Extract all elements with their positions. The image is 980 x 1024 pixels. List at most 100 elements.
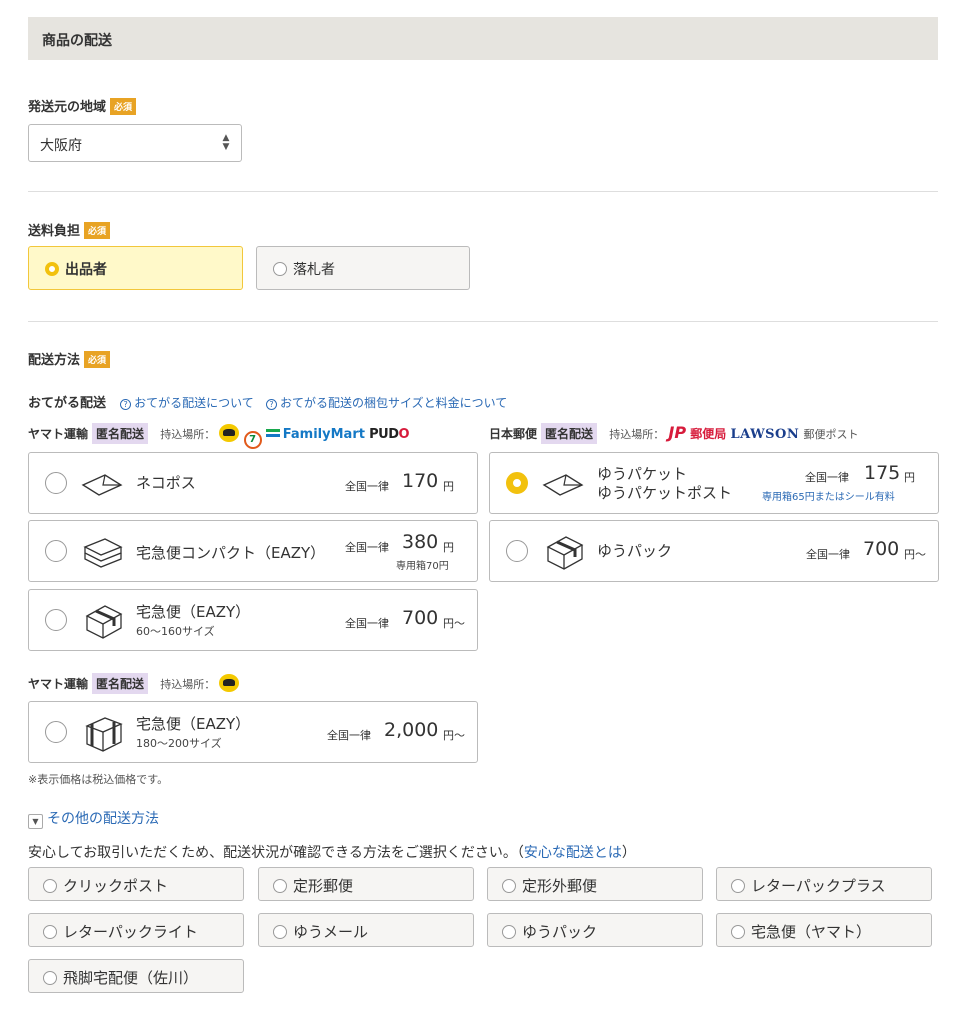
option-name: 宅急便（EAZY） xyxy=(136,603,251,621)
radio-icon xyxy=(502,925,516,939)
radio-icon xyxy=(731,925,745,939)
otegaru-title: おてがる配送 xyxy=(28,396,107,411)
price-value: 380 xyxy=(402,531,439,553)
other-option-teikeigai[interactable]: 定形外郵便 xyxy=(487,867,703,901)
price-value: 175 xyxy=(864,462,901,484)
shipping-option-compact[interactable]: 宅急便コンパクト（EAZY） 全国一律 380 円 専用箱70円 xyxy=(28,520,478,582)
section-header: 商品の配送 xyxy=(28,17,938,60)
otegaru-size-link[interactable]: ? おてがる配送の梱包サイズと料金について xyxy=(265,396,507,410)
fee-option-label: 出品者 xyxy=(65,262,107,278)
radio-checked-icon xyxy=(45,262,59,276)
chevron-down-icon: ▼ xyxy=(28,814,43,829)
price-prefix: 全国一律 xyxy=(806,548,850,561)
dropoff-label: 持込場所： xyxy=(160,428,216,441)
shipping-option-takkyubin[interactable]: 宅急便（EAZY） 60〜160サイズ 全国一律 700 円〜 xyxy=(28,589,478,651)
anon-badge: 匿名配送 xyxy=(92,423,149,444)
other-methods-label: その他の配送方法 xyxy=(47,811,159,827)
fee-label-text: 送料負担 xyxy=(28,224,81,239)
other-option-letterpack-light[interactable]: レターパックライト xyxy=(28,913,244,947)
other-option-yamato[interactable]: 宅急便（ヤマト） xyxy=(716,913,932,947)
divider xyxy=(28,191,938,192)
price-prefix: 全国一律 xyxy=(345,617,389,630)
box-icon xyxy=(85,605,123,639)
other-option-sagawa[interactable]: 飛脚宅配便（佐川） xyxy=(28,959,244,993)
seven-eleven-logo-icon: 7 xyxy=(243,431,262,449)
radio-icon xyxy=(45,472,67,494)
safe-shipping-link[interactable]: 安心な配送とは xyxy=(524,845,622,861)
pudo-logo: PUDO xyxy=(369,427,410,442)
tax-note: ※表示価格は税込価格です。 xyxy=(28,773,169,786)
origin-select[interactable]: 大阪府 ▲▼ xyxy=(28,124,242,162)
radio-icon xyxy=(43,925,57,939)
price-unit: 円 xyxy=(443,541,454,554)
radio-icon xyxy=(273,262,287,276)
carrier-name: ヤマト運輸 xyxy=(28,427,89,441)
price-value: 700 xyxy=(863,538,900,560)
required-badge: 必須 xyxy=(84,351,111,368)
help-icon: ? xyxy=(120,399,132,410)
radio-icon xyxy=(43,971,57,985)
price-prefix: 全国一律 xyxy=(327,729,371,742)
jp-carrier-row: 日本郵便 匿名配送 持込場所： JP 郵便局 LAWSON 郵便ポスト xyxy=(489,423,859,444)
jp-post-logo: JP xyxy=(668,423,687,442)
price-note: 専用箱70円 xyxy=(396,561,449,572)
other-methods-toggle[interactable]: ▼ その他の配送方法 xyxy=(28,808,159,829)
shipping-option-takkyubin-large[interactable]: 宅急便（EAZY） 180〜200サイズ 全国一律 2,000 円〜 xyxy=(28,701,478,763)
envelope-icon xyxy=(542,474,584,496)
price-value: 170 xyxy=(402,470,439,492)
option-name: ネコポス xyxy=(136,474,196,492)
fee-option-buyer[interactable]: 落札者 xyxy=(256,246,470,290)
radio-icon xyxy=(45,609,67,631)
shipping-option-nekopos[interactable]: ネコポス 全国一律 170 円 xyxy=(28,452,478,514)
divider xyxy=(28,321,938,322)
other-option-yu-mail[interactable]: ゆうメール xyxy=(258,913,474,947)
radio-icon xyxy=(731,879,745,893)
otegaru-about-link[interactable]: ? おてがる配送について xyxy=(120,396,254,410)
fee-option-seller[interactable]: 出品者 xyxy=(28,246,243,290)
anon-badge: 匿名配送 xyxy=(541,423,598,444)
option-size: 60〜160サイズ xyxy=(136,625,215,638)
price-unit: 円 xyxy=(904,471,915,484)
price-unit: 円 xyxy=(443,480,454,493)
option-size: 180〜200サイズ xyxy=(136,737,222,750)
post-office-logo: 郵便局 xyxy=(690,427,727,441)
origin-label-text: 発送元の地域 xyxy=(28,100,107,115)
post-box-label: 郵便ポスト xyxy=(803,428,859,441)
method-label-text: 配送方法 xyxy=(28,353,81,368)
large-box-icon xyxy=(85,717,123,752)
yamato-logo-icon xyxy=(219,424,240,442)
yamato2-carrier-row: ヤマト運輸 匿名配送 持込場所： xyxy=(28,673,240,694)
other-option-letterpack-plus[interactable]: レターパックプラス xyxy=(716,867,932,901)
price-prefix: 全国一律 xyxy=(805,471,849,484)
price-value: 2,000 xyxy=(384,719,439,741)
origin-label: 発送元の地域 必須 xyxy=(28,96,137,115)
radio-icon xyxy=(506,540,528,562)
carrier-name: ヤマト運輸 xyxy=(28,677,89,691)
other-option-yu-pack[interactable]: ゆうパック xyxy=(487,913,703,947)
otegaru-row: おてがる配送 ? おてがる配送について ? おてがる配送の梱包サイズと料金について xyxy=(28,392,507,411)
radio-checked-icon xyxy=(506,472,528,494)
other-option-teikei[interactable]: 定形郵便 xyxy=(258,867,474,901)
price-unit: 円〜 xyxy=(443,729,465,742)
method-label: 配送方法 必須 xyxy=(28,349,111,368)
option-name: 宅急便コンパクト（EAZY） xyxy=(136,544,326,562)
dropoff-label: 持込場所： xyxy=(609,428,665,441)
shipping-option-yu-packet[interactable]: ゆうパケット ゆうパケットポスト 全国一律 175 円 専用箱65円またはシール… xyxy=(489,452,939,514)
shipping-option-yu-pack[interactable]: ゆうパック 全国一律 700 円〜 xyxy=(489,520,939,582)
other-option-clickpost[interactable]: クリックポスト xyxy=(28,867,244,901)
envelope-icon xyxy=(81,474,123,496)
option-name: ゆうパック xyxy=(597,542,673,560)
lawson-logo: LAWSON xyxy=(730,427,800,442)
price-prefix: 全国一律 xyxy=(345,541,389,554)
help-icon: ? xyxy=(265,399,277,410)
fee-option-label: 落札者 xyxy=(293,262,335,278)
required-badge: 必須 xyxy=(110,98,137,115)
familymart-logo: FamilyMart xyxy=(265,427,365,442)
option-name-2: ゆうパケットポスト xyxy=(597,484,733,502)
carrier-name: 日本郵便 xyxy=(489,427,538,441)
radio-icon xyxy=(273,879,287,893)
price-note: 専用箱65円またはシール有料 xyxy=(762,492,895,503)
compact-box-icon xyxy=(83,538,123,568)
price-value: 700 xyxy=(402,607,439,629)
yamato-logo-icon xyxy=(219,674,240,692)
